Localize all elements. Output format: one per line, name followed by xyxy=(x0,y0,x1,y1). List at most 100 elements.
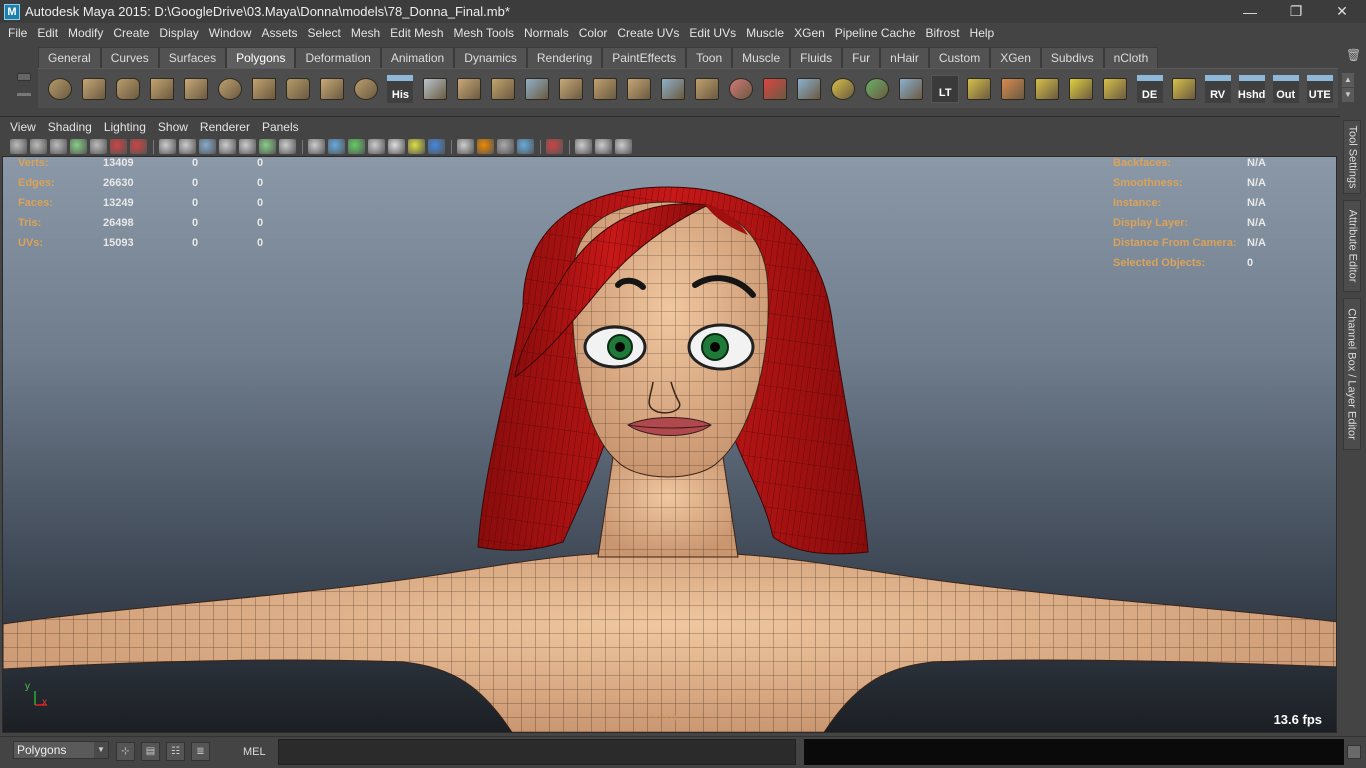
shelf-tab-custom[interactable]: Custom xyxy=(928,47,991,68)
shelf-poly-cone-button[interactable] xyxy=(146,72,178,105)
shelf-wireframe-cube-button[interactable] xyxy=(793,72,825,105)
wireframe-icon[interactable] xyxy=(308,139,325,154)
wireframe-on-shaded-icon[interactable] xyxy=(348,139,365,154)
shelf-poly-cylinder-button[interactable] xyxy=(112,72,144,105)
shelf-smooth-button[interactable] xyxy=(521,72,553,105)
menu-window[interactable]: Window xyxy=(204,26,257,40)
panel-menu-panels[interactable]: Panels xyxy=(256,120,305,134)
xray-icon[interactable] xyxy=(575,139,592,154)
shelf-tab-muscle[interactable]: Muscle xyxy=(732,47,791,68)
menu-create[interactable]: Create xyxy=(108,26,154,40)
menu-color[interactable]: Color xyxy=(574,26,613,40)
shelf-paint-select-button[interactable] xyxy=(759,72,791,105)
gate-mask-icon[interactable] xyxy=(219,139,236,154)
film-gate-icon[interactable] xyxy=(179,139,196,154)
menu-edit-mesh[interactable]: Edit Mesh xyxy=(385,26,448,40)
multisample-aa-icon[interactable] xyxy=(497,139,514,154)
shelf-tab-toon[interactable]: Toon xyxy=(686,47,733,68)
screen-ao-icon[interactable] xyxy=(457,139,474,154)
menu-assets[interactable]: Assets xyxy=(256,26,302,40)
menu-bifrost[interactable]: Bifrost xyxy=(921,26,965,40)
tab-channel-box[interactable]: Channel Box / Layer Editor xyxy=(1343,298,1361,450)
shelf-lattice-button[interactable] xyxy=(895,72,927,105)
smooth-shade-icon[interactable] xyxy=(328,139,345,154)
checker-icon[interactable] xyxy=(388,139,405,154)
safe-title-icon[interactable] xyxy=(279,139,296,154)
shelf-poly-torus-button[interactable] xyxy=(214,72,246,105)
close-icon[interactable]: ✕ xyxy=(1319,0,1365,23)
shelf-tab-xgen[interactable]: XGen xyxy=(990,47,1041,68)
shelf-tab-nhair[interactable]: nHair xyxy=(880,47,929,68)
scroll-up-icon[interactable]: ▲ xyxy=(1342,73,1354,87)
menu-set-dropdown[interactable]: Polygons ▼ xyxy=(13,741,109,759)
shelf-tab-curves[interactable]: Curves xyxy=(100,47,159,68)
shelf-ute-button[interactable]: UTE xyxy=(1304,72,1336,105)
safe-action-icon[interactable] xyxy=(259,139,276,154)
restore-icon[interactable]: ❐ xyxy=(1273,0,1319,23)
menu-muscle[interactable]: Muscle xyxy=(741,26,789,40)
shelf-tab-fluids[interactable]: Fluids xyxy=(790,47,843,68)
menu-select[interactable]: Select xyxy=(302,26,345,40)
shelf-extrude-button[interactable] xyxy=(691,72,723,105)
shelf-lt-button[interactable]: LT xyxy=(929,72,961,105)
image-plane-icon[interactable] xyxy=(70,139,87,154)
shelf-tab-deformation[interactable]: Deformation xyxy=(295,47,381,68)
script-editor-icon[interactable] xyxy=(1347,745,1361,759)
menu-edit[interactable]: Edit xyxy=(32,26,63,40)
field-chart-icon[interactable] xyxy=(239,139,256,154)
bookmark-icon[interactable] xyxy=(50,139,67,154)
shelf-poly-soccerball-button[interactable] xyxy=(350,72,382,105)
render-view-icon[interactable]: ▤ xyxy=(141,742,160,761)
shelf-sculpt-button[interactable] xyxy=(725,72,757,105)
shadows-icon[interactable] xyxy=(428,139,445,154)
shelf-tab-dynamics[interactable]: Dynamics xyxy=(454,47,527,68)
shelf-separate-button[interactable] xyxy=(453,72,485,105)
shelf-combine-button[interactable] xyxy=(419,72,451,105)
hypershade-icon[interactable]: ☷ xyxy=(166,742,185,761)
shelf-his-button[interactable]: His xyxy=(384,72,416,105)
shelf-append-polygon-button[interactable] xyxy=(623,72,655,105)
2d-pan-icon[interactable] xyxy=(110,139,127,154)
grease-pencil-icon[interactable] xyxy=(90,139,107,154)
motion-blur-icon[interactable] xyxy=(477,139,494,154)
shelf-tab-ncloth[interactable]: nCloth xyxy=(1103,47,1159,68)
shelf-de-button[interactable]: DE xyxy=(1134,72,1166,105)
trash-icon[interactable]: 🗑 xyxy=(1346,48,1361,62)
shelf-collapse-handle[interactable] xyxy=(17,93,31,96)
shelf-poly-pipe-button[interactable] xyxy=(282,72,314,105)
shelf-target-weld-button[interactable] xyxy=(827,72,859,105)
command-input[interactable] xyxy=(278,739,796,765)
shelf-tab-general[interactable]: General xyxy=(38,47,101,68)
snap-icon[interactable]: ⊹ xyxy=(116,742,135,761)
isolate-select-icon[interactable] xyxy=(546,139,563,154)
shelf-tab-painteffects[interactable]: PaintEffects xyxy=(602,47,687,68)
maya-app-icon[interactable]: M xyxy=(4,3,20,20)
select-camera-icon[interactable] xyxy=(10,139,27,154)
pan-zoom-icon[interactable] xyxy=(130,139,147,154)
shelf-tab-surfaces[interactable]: Surfaces xyxy=(158,47,227,68)
shelf-tab-animation[interactable]: Animation xyxy=(380,47,455,68)
tab-attribute-editor[interactable]: Attribute Editor xyxy=(1343,200,1361,292)
shelf-poly-sphere-button[interactable] xyxy=(44,72,76,105)
panel-menu-lighting[interactable]: Lighting xyxy=(98,120,152,134)
tab-tool-settings[interactable]: Tool Settings xyxy=(1343,120,1361,194)
menu-mesh[interactable]: Mesh xyxy=(346,26,385,40)
scroll-down-icon[interactable]: ▼ xyxy=(1342,88,1354,102)
resolution-gate-icon[interactable] xyxy=(199,139,216,154)
shelf-average-vertices-button[interactable] xyxy=(555,72,587,105)
shelf-menu-icon[interactable] xyxy=(17,73,31,81)
grid-icon[interactable] xyxy=(159,139,176,154)
shelf-out-button[interactable]: Out xyxy=(1270,72,1302,105)
shelf-extract-button[interactable] xyxy=(487,72,519,105)
menu-pipeline-cache[interactable]: Pipeline Cache xyxy=(830,26,921,40)
menu-xgen[interactable]: XGen xyxy=(789,26,830,40)
panel-menu-shading[interactable]: Shading xyxy=(42,120,98,134)
outliner-icon[interactable]: ≣ xyxy=(191,742,210,761)
menu-help[interactable]: Help xyxy=(965,26,1000,40)
menu-modify[interactable]: Modify xyxy=(63,26,108,40)
menu-file[interactable]: File xyxy=(3,26,32,40)
menu-mesh-tools[interactable]: Mesh Tools xyxy=(449,26,519,40)
textured-icon[interactable] xyxy=(368,139,385,154)
panel-menu-show[interactable]: Show xyxy=(152,120,194,134)
menu-normals[interactable]: Normals xyxy=(519,26,574,40)
